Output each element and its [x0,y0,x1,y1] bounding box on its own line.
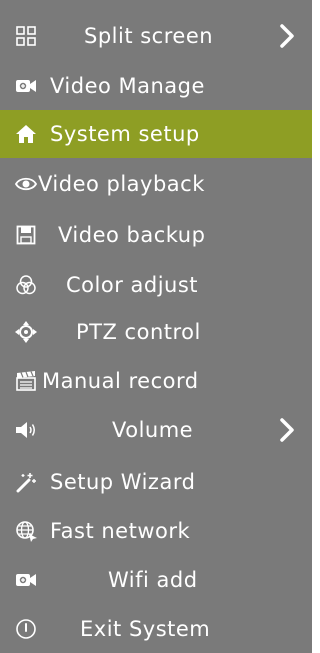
main-menu: Split screen Video Manage System setup V… [0,0,312,653]
menu-item-setup-wizard[interactable]: Setup Wizard [0,458,312,506]
menu-item-video-playback[interactable]: Video playback [0,160,312,208]
menu-item-label: Color adjust [66,273,199,297]
menu-item-fast-network[interactable]: Fast network [0,507,312,555]
floppy-disk-icon [14,223,38,247]
menu-item-label: Volume [112,418,194,442]
menu-item-volume[interactable]: Volume [0,406,312,454]
menu-item-exit-system[interactable]: Exit System [0,605,312,653]
menu-item-label: Video Manage [50,74,205,98]
menu-item-ptz-control[interactable]: PTZ control [0,308,312,356]
globe-network-icon [14,519,38,543]
menu-item-label: System setup [50,122,200,146]
clapperboard-icon [14,369,38,393]
home-icon [14,122,38,146]
menu-item-video-manage[interactable]: Video Manage [0,62,312,110]
chevron-right-icon [280,24,294,48]
menu-item-manual-record[interactable]: Manual record [0,357,312,405]
video-camera-icon [14,74,38,98]
menu-item-wifi-add[interactable]: Wifi add [0,556,312,604]
menu-item-label: Exit System [80,617,211,641]
ptz-arrows-icon [14,320,38,344]
color-circles-icon [14,273,38,297]
speaker-icon [14,418,38,442]
menu-item-label: Split screen [84,24,214,48]
magic-wand-icon [14,470,38,494]
menu-item-label: Video playback [38,172,205,196]
split-screen-icon [14,24,38,48]
menu-item-system-setup[interactable]: System setup [0,110,312,158]
menu-item-label: Video backup [58,223,206,247]
menu-item-label: Fast network [50,519,191,543]
menu-item-label: Manual record [42,369,199,393]
menu-item-label: Wifi add [108,568,198,592]
video-camera-plus-icon [14,568,38,592]
menu-item-split-screen[interactable]: Split screen [0,12,312,60]
menu-item-video-backup[interactable]: Video backup [0,211,312,259]
eye-icon [14,172,38,196]
menu-item-label: Setup Wizard [50,470,196,494]
menu-item-color-adjust[interactable]: Color adjust [0,261,312,309]
menu-item-label: PTZ control [76,320,201,344]
chevron-right-icon [280,418,294,442]
power-icon [14,617,38,641]
